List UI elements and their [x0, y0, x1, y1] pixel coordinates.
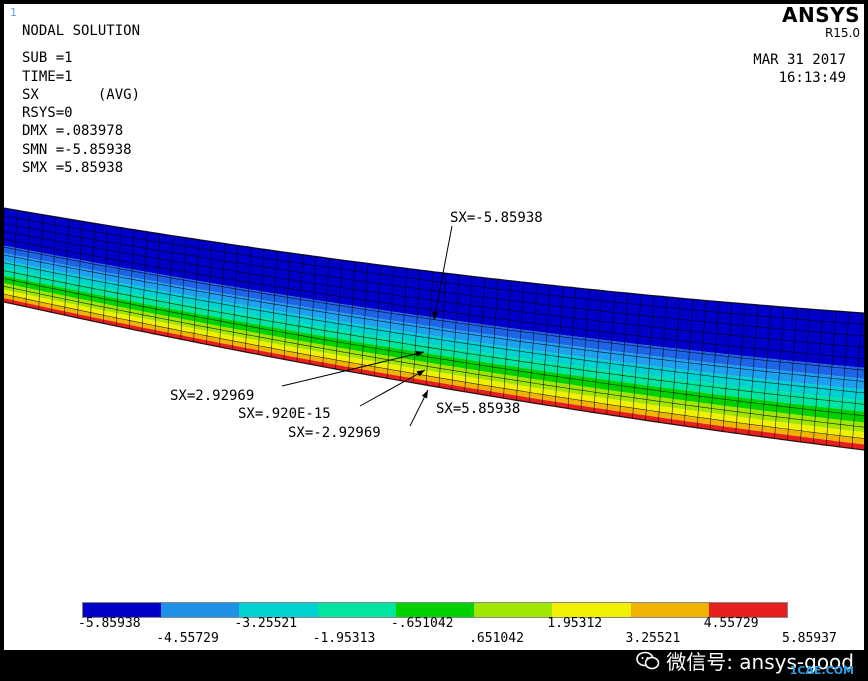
- annotation-arrow-3-head: [421, 390, 428, 399]
- annotation-top-label: SX=-5.85938: [450, 210, 543, 226]
- legend-color-7: [630, 603, 709, 617]
- legend-label: -5.85938: [78, 616, 141, 631]
- legend-label: -4.55729: [156, 631, 219, 646]
- legend-label: -1.95313: [312, 631, 376, 646]
- legend-color-1: [161, 603, 240, 617]
- site-watermark: 1CAE.COM: [789, 664, 854, 677]
- plot-window: 1 NODAL SOLUTION SUB =1 TIME=1 SX (AVG) …: [4, 4, 864, 650]
- legend-label: 1.95312: [547, 616, 603, 631]
- annotation-label-2: SX=.920E-15: [238, 406, 331, 422]
- legend-color-6: [552, 603, 631, 617]
- legend-color-0: [83, 603, 162, 617]
- legend-label: 4.55729: [703, 616, 759, 631]
- legend-color-8: [708, 603, 787, 617]
- wechat-icon: [636, 651, 660, 669]
- legend-color-4: [395, 603, 475, 617]
- legend-label: 3.25521: [625, 631, 681, 646]
- legend-label: .651042: [469, 631, 524, 646]
- legend-color-2: [239, 603, 318, 617]
- annotation-label-1: SX=2.92969: [170, 388, 254, 404]
- beam-contour-plot: SX=-5.85938 SX=2.92969 SX=.920E-15 SX=-2.92…: [4, 207, 864, 451]
- legend-label: -3.25521: [234, 616, 298, 631]
- legend-label: 5.85937: [782, 631, 837, 646]
- legend-label: -.651042: [390, 616, 454, 631]
- legend-color-5: [474, 603, 553, 617]
- annotation-label-3: SX=-2.92969: [288, 425, 381, 441]
- annotation-label-4: SX=5.85938: [436, 401, 520, 417]
- legend-color-3: [317, 603, 396, 617]
